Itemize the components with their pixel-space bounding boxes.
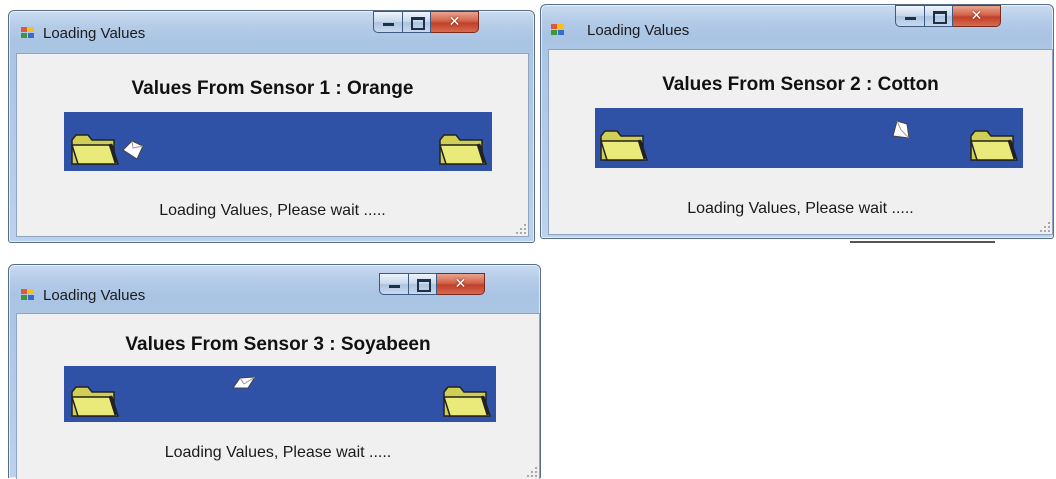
window-title: Loading Values <box>43 25 146 42</box>
minimize-button[interactable] <box>379 273 409 295</box>
folder-icon <box>70 386 120 417</box>
folder-icon <box>969 130 1019 161</box>
caption-buttons: ✕ <box>373 11 479 33</box>
client-area: Values From Sensor 2 : Cotton Loading Va… <box>548 49 1053 235</box>
app-form-icon[interactable] <box>21 289 35 301</box>
app-form-icon[interactable] <box>551 24 565 36</box>
folder-icon <box>442 386 492 417</box>
status-text: Loading Values, Please wait ..... <box>159 202 386 219</box>
client-area: Values From Sensor 1 : Orange Loading Va… <box>16 53 529 237</box>
client-area: Values From Sensor 3 : Soyabeen Loading … <box>16 313 540 479</box>
folder-icon <box>438 134 488 165</box>
close-icon: ✕ <box>970 8 983 24</box>
close-button[interactable]: ✕ <box>437 273 485 295</box>
close-icon: ✕ <box>454 276 467 292</box>
window-title: Loading Values <box>587 22 690 39</box>
status-text: Loading Values, Please wait ..... <box>164 444 392 461</box>
flying-document-icon <box>122 140 144 160</box>
close-button[interactable]: ✕ <box>953 5 1001 27</box>
resize-grip[interactable] <box>527 467 537 477</box>
sensor-heading: Values From Sensor 3 : Soyabeen <box>125 334 431 355</box>
maximize-icon <box>933 11 947 24</box>
minimize-icon <box>905 17 916 20</box>
flying-document-icon <box>892 120 910 139</box>
title-bar[interactable]: Loading Values ✕ <box>9 265 540 305</box>
minimize-button[interactable] <box>895 5 925 27</box>
caption-buttons: ✕ <box>379 273 485 295</box>
minimize-icon <box>383 23 394 26</box>
title-bar[interactable]: Loading Values ✕ <box>9 11 534 51</box>
maximize-icon <box>417 279 431 292</box>
close-icon: ✕ <box>448 14 461 30</box>
resize-grip[interactable] <box>1040 222 1050 232</box>
minimize-icon <box>389 285 400 288</box>
folder-icon <box>70 134 120 165</box>
folder-icon <box>599 130 649 161</box>
file-copy-animation <box>64 112 492 171</box>
sensor-heading: Values From Sensor 2 : Cotton <box>662 74 939 95</box>
file-copy-animation <box>595 108 1023 168</box>
loading-window-3[interactable]: Loading Values ✕ Values From Sensor 3 : … <box>8 264 541 479</box>
background-line <box>850 241 995 243</box>
app-form-icon[interactable] <box>21 27 35 39</box>
minimize-button[interactable] <box>373 11 403 33</box>
close-button[interactable]: ✕ <box>431 11 479 33</box>
caption-buttons: ✕ <box>895 5 1001 27</box>
maximize-button[interactable] <box>403 11 431 33</box>
file-copy-animation <box>64 366 496 422</box>
loading-window-2[interactable]: Loading Values ✕ Values From Sensor 2 : … <box>540 4 1054 239</box>
maximize-button[interactable] <box>925 5 953 27</box>
window-title: Loading Values <box>43 287 146 304</box>
status-text: Loading Values, Please wait ..... <box>687 200 914 217</box>
loading-window-1[interactable]: Loading Values ✕ Values From Sensor 1 : … <box>8 10 535 243</box>
maximize-button[interactable] <box>409 273 437 295</box>
flying-document-icon <box>232 376 256 389</box>
maximize-icon <box>411 17 425 30</box>
resize-grip[interactable] <box>516 224 526 234</box>
title-bar[interactable]: Loading Values ✕ <box>541 5 1053 45</box>
sensor-heading: Values From Sensor 1 : Orange <box>131 78 414 99</box>
